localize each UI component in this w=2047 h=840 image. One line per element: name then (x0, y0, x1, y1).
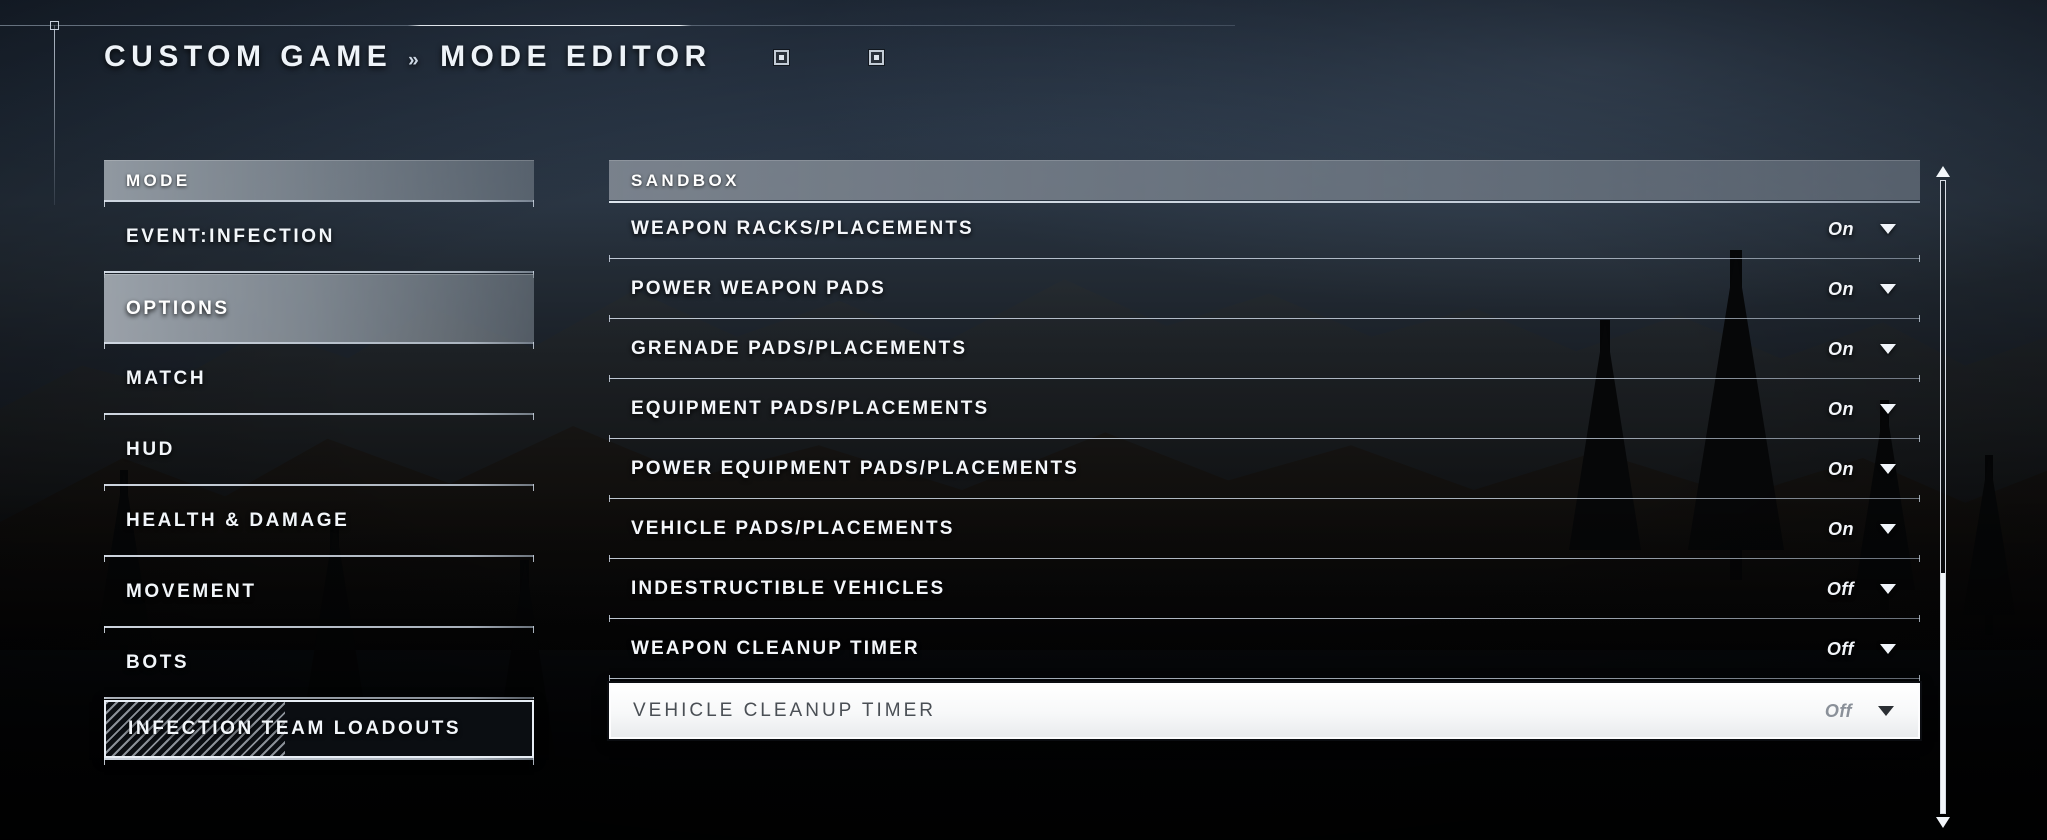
option-label: POWER EQUIPMENT PADS/PLACEMENTS (631, 458, 1079, 479)
scroll-up-arrow-icon[interactable] (1936, 166, 1950, 177)
option-label: WEAPON RACKS/PLACEMENTS (631, 218, 974, 239)
chevron-down-icon[interactable] (1880, 224, 1896, 234)
option-label: POWER WEAPON PADS (631, 278, 886, 299)
option-value: Off (1826, 578, 1854, 599)
sidebar-item-label: OPTIONS (126, 297, 230, 319)
chevron-down-icon[interactable] (1880, 344, 1896, 354)
option-divider (609, 375, 1920, 383)
breadcrumb: CUSTOM GAME » MODE EDITOR (104, 40, 712, 74)
chevron-down-icon[interactable] (1880, 404, 1896, 414)
button-prompt-icon-2[interactable] (868, 49, 884, 65)
panel-header: SANDBOX (609, 160, 1920, 200)
option-value: On (1828, 338, 1854, 359)
option-value: On (1828, 218, 1854, 239)
sidebar-item-label: MOVEMENT (126, 581, 257, 602)
option-divider (609, 675, 1920, 683)
option-label: VEHICLE PADS/PLACEMENTS (631, 518, 955, 539)
option-value: On (1828, 518, 1854, 539)
option-row-weapon-cleanup-timer[interactable]: WEAPON CLEANUP TIMER Off (609, 623, 1920, 675)
decorative-corner-node (50, 21, 59, 30)
sidebar-item-label: HEALTH & DAMAGE (126, 510, 350, 531)
sidebar-item-movement[interactable]: MOVEMENT (104, 558, 534, 626)
sidebar-item-hud[interactable]: HUD (104, 416, 534, 484)
sidebar-item-label: INFECTION TEAM LOADOUTS (128, 718, 462, 739)
sidebar-item-health-and-damage[interactable]: HEALTH & DAMAGE (104, 487, 534, 555)
option-divider (609, 615, 1920, 623)
option-divider (609, 255, 1920, 263)
option-value-dropdown[interactable]: On (1818, 459, 1896, 480)
decorative-vertical-line (54, 25, 55, 205)
option-value-dropdown[interactable]: On (1818, 219, 1896, 240)
option-row-power-equipment-pads-placements[interactable]: POWER EQUIPMENT PADS/PLACEMENTS On (609, 443, 1920, 495)
option-value: On (1828, 398, 1854, 419)
option-label: INDESTRUCTIBLE VEHICLES (631, 578, 946, 599)
sidebar-item-event-infection[interactable]: EVENT:INFECTION (104, 203, 534, 271)
vertical-scrollbar[interactable] (1936, 166, 1950, 828)
option-divider (609, 435, 1920, 443)
option-row-power-weapon-pads[interactable]: POWER WEAPON PADS On (609, 263, 1920, 315)
chevron-down-icon[interactable] (1878, 706, 1894, 716)
sidebar-item-label: MATCH (126, 368, 207, 389)
scrollbar-thumb[interactable] (1941, 572, 1945, 813)
sidebar-item-label: EVENT:INFECTION (126, 226, 335, 247)
option-value-dropdown[interactable]: Off (1816, 701, 1894, 722)
option-value-dropdown[interactable]: On (1818, 279, 1896, 300)
option-row-grenade-pads-placements[interactable]: GRENADE PADS/PLACEMENTS On (609, 323, 1920, 375)
chevron-down-icon[interactable] (1880, 644, 1896, 654)
sidebar-item-label: HUD (126, 439, 175, 460)
option-label: GRENADE PADS/PLACEMENTS (631, 338, 968, 359)
sidebar-item-infection-team-loadouts[interactable]: INFECTION TEAM LOADOUTS (104, 700, 534, 758)
page-title: CUSTOM GAME » MODE EDITOR (104, 40, 884, 74)
option-label: WEAPON CLEANUP TIMER (631, 638, 920, 659)
chevron-down-icon[interactable] (1880, 464, 1896, 474)
scroll-down-arrow-icon[interactable] (1936, 817, 1950, 828)
chevron-down-icon[interactable] (1880, 284, 1896, 294)
option-row-vehicle-pads-placements[interactable]: VEHICLE PADS/PLACEMENTS On (609, 503, 1920, 555)
option-value: Off (1824, 700, 1852, 721)
option-divider (609, 555, 1920, 563)
sidebar: MODE EVENT:INFECTION OPTIONS MATCH HUD H… (104, 160, 534, 765)
sidebar-title: MODE (126, 170, 191, 190)
chevron-down-icon[interactable] (1880, 584, 1896, 594)
option-row-weapon-racks-placements[interactable]: WEAPON RACKS/PLACEMENTS On (609, 203, 1920, 255)
button-prompt-icon-1[interactable] (773, 49, 789, 65)
option-row-indestructible-vehicles[interactable]: INDESTRUCTIBLE VEHICLES Off (609, 563, 1920, 615)
option-value: Off (1826, 638, 1854, 659)
option-value: On (1828, 278, 1854, 299)
sidebar-item-bots[interactable]: BOTS (104, 629, 534, 697)
option-label: EQUIPMENT PADS/PLACEMENTS (631, 398, 990, 419)
option-divider (609, 315, 1920, 323)
option-value-dropdown[interactable]: On (1818, 339, 1896, 360)
scrollbar-track[interactable] (1940, 180, 1946, 814)
option-label: VEHICLE CLEANUP TIMER (633, 700, 937, 721)
option-value-dropdown[interactable]: On (1818, 519, 1896, 540)
option-row-equipment-pads-placements[interactable]: EQUIPMENT PADS/PLACEMENTS On (609, 383, 1920, 435)
option-value: On (1828, 458, 1854, 479)
sidebar-item-options[interactable]: OPTIONS (104, 274, 534, 342)
chevron-right-icon: » (408, 50, 425, 71)
header-divider-line (0, 25, 1235, 26)
sidebar-item-label: BOTS (126, 652, 190, 673)
options-panel: SANDBOX WEAPON RACKS/PLACEMENTS On POWER… (609, 160, 1920, 739)
breadcrumb-root[interactable]: CUSTOM GAME (104, 40, 392, 73)
sidebar-divider (104, 758, 534, 765)
breadcrumb-current: MODE EDITOR (440, 40, 712, 73)
sidebar-item-match[interactable]: MATCH (104, 345, 534, 413)
option-row-vehicle-cleanup-timer[interactable]: VEHICLE CLEANUP TIMER Off (609, 683, 1920, 739)
chevron-down-icon[interactable] (1880, 524, 1896, 534)
option-divider (609, 495, 1920, 503)
sidebar-header: MODE (104, 160, 534, 200)
panel-title: SANDBOX (631, 170, 740, 190)
option-value-dropdown[interactable]: Off (1818, 579, 1896, 600)
option-value-dropdown[interactable]: On (1818, 399, 1896, 420)
option-value-dropdown[interactable]: Off (1818, 639, 1896, 660)
